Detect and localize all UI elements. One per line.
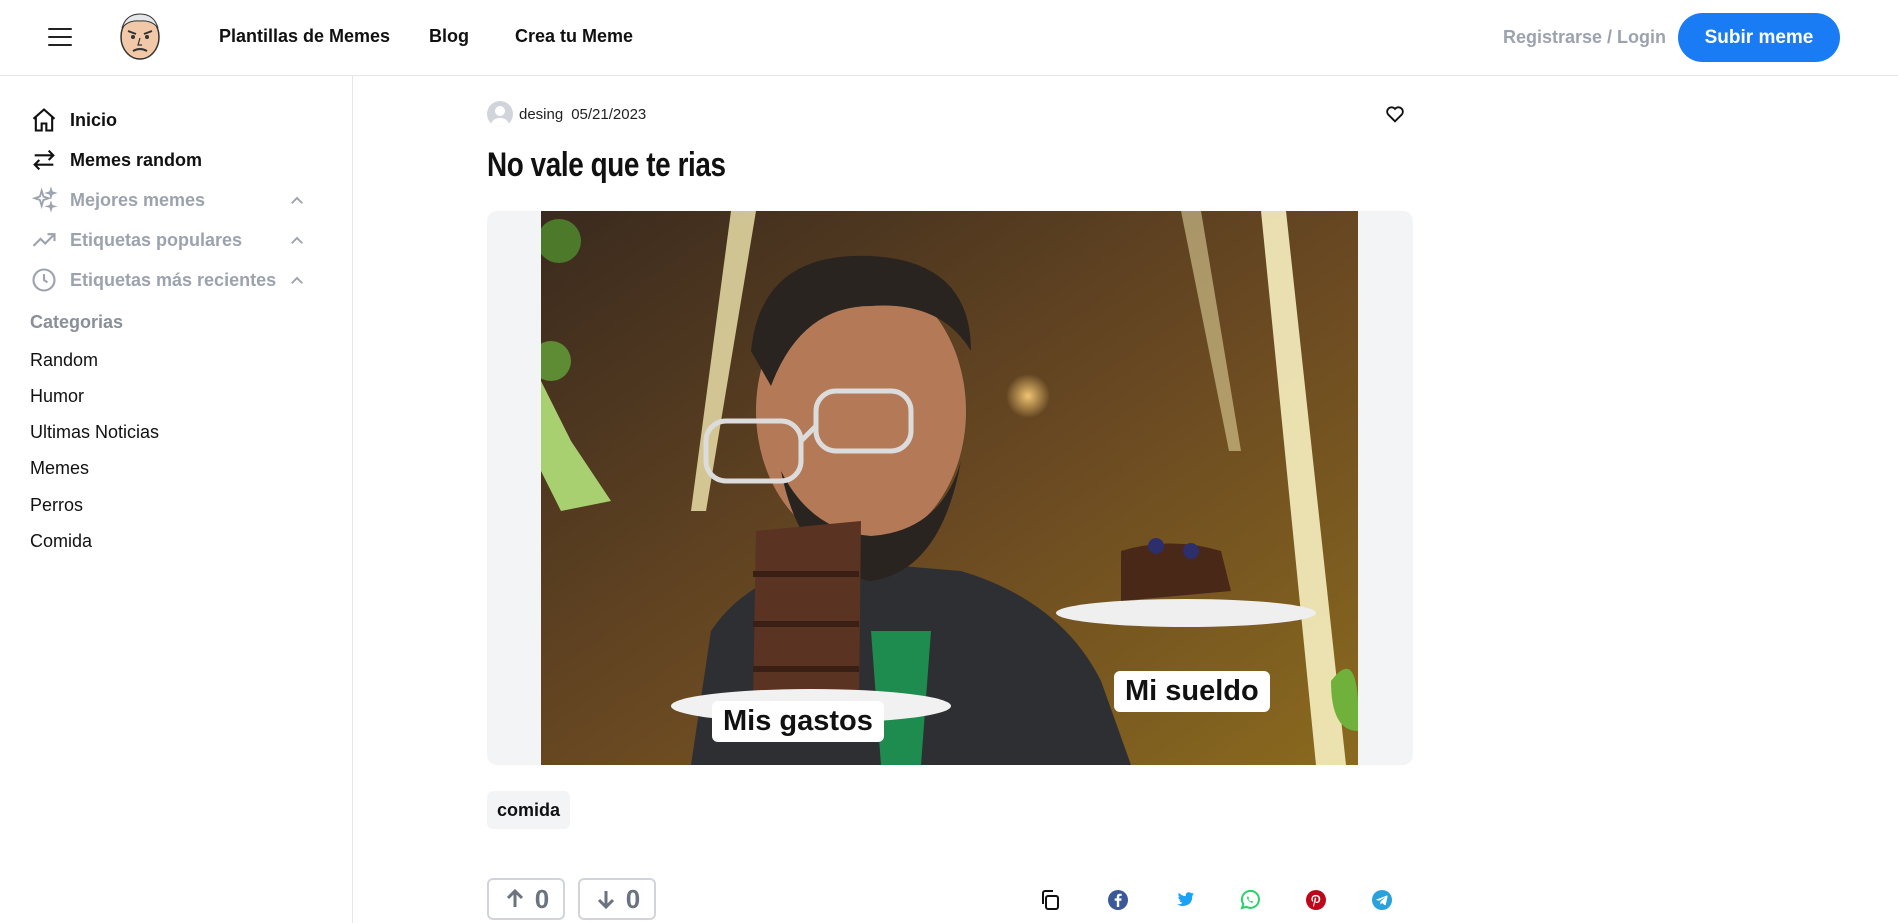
arrow-up-icon bbox=[506, 888, 523, 907]
hamburger-icon[interactable] bbox=[48, 28, 72, 46]
nav-crea-meme[interactable]: Crea tu Meme bbox=[515, 26, 633, 47]
category-memes[interactable]: Memes bbox=[30, 458, 89, 479]
copy-icon[interactable] bbox=[1038, 888, 1062, 912]
swap-arrows-icon bbox=[30, 146, 58, 174]
meme-image[interactable]: Mis gastos Mi sueldo bbox=[541, 211, 1358, 765]
nav-blog[interactable]: Blog bbox=[429, 26, 469, 47]
sidebar-item-label: Memes random bbox=[70, 149, 203, 170]
meme-caption-sueldo: Mi sueldo bbox=[1114, 671, 1270, 712]
category-noticias[interactable]: Ultimas Noticias bbox=[30, 422, 159, 443]
sidebar-item-label: Etiquetas más recientes bbox=[70, 269, 277, 290]
whatsapp-icon[interactable] bbox=[1238, 888, 1262, 912]
sidebar-item-populares[interactable]: Etiquetas populares bbox=[30, 226, 242, 254]
sidebar-item-label: Inicio bbox=[70, 109, 118, 130]
home-icon bbox=[30, 106, 58, 134]
category-comida[interactable]: Comida bbox=[30, 531, 92, 552]
downvote-button[interactable]: 0 bbox=[578, 878, 656, 920]
post-meta: desing 05/21/2023 bbox=[487, 101, 646, 127]
clock-icon bbox=[30, 266, 58, 294]
facebook-icon[interactable] bbox=[1106, 888, 1130, 912]
category-random[interactable]: Random bbox=[30, 350, 98, 371]
meme-caption-gastos: Mis gastos bbox=[712, 701, 884, 742]
chevron-up-icon[interactable] bbox=[288, 192, 306, 210]
sidebar-item-recientes[interactable]: Etiquetas más recientes bbox=[30, 266, 276, 294]
heart-icon[interactable] bbox=[1384, 103, 1406, 125]
nav-plantillas[interactable]: Plantillas de Memes bbox=[219, 26, 390, 47]
sidebar-item-inicio[interactable]: Inicio bbox=[30, 106, 117, 134]
sidebar-item-random[interactable]: Memes random bbox=[30, 146, 202, 174]
tag-chip[interactable]: comida bbox=[487, 791, 571, 829]
sidebar: Inicio Memes random Mejores memes Etique… bbox=[0, 76, 353, 923]
upvote-count: 0 bbox=[534, 883, 550, 914]
arrow-down-icon bbox=[597, 891, 614, 910]
downvote-count: 0 bbox=[625, 883, 641, 914]
upload-meme-button[interactable]: Subir meme bbox=[1678, 13, 1840, 62]
meme-face-logo[interactable] bbox=[114, 10, 166, 62]
category-perros[interactable]: Perros bbox=[30, 495, 83, 516]
sparkles-icon bbox=[30, 186, 58, 214]
telegram-icon[interactable] bbox=[1370, 888, 1394, 912]
meme-container: Mis gastos Mi sueldo bbox=[487, 211, 1413, 765]
author-name[interactable]: desing bbox=[519, 106, 563, 123]
top-header: Plantillas de Memes Blog Crea tu Meme Re… bbox=[0, 0, 1898, 76]
category-humor[interactable]: Humor bbox=[30, 386, 84, 407]
sidebar-item-mejores[interactable]: Mejores memes bbox=[30, 186, 205, 214]
login-link[interactable]: Registrarse / Login bbox=[1503, 27, 1666, 48]
post-date: 05/21/2023 bbox=[571, 105, 647, 123]
pinterest-icon[interactable] bbox=[1304, 888, 1328, 912]
post-title: No vale que te rias bbox=[487, 146, 726, 184]
avatar[interactable] bbox=[487, 101, 513, 127]
trending-icon bbox=[30, 226, 58, 254]
sidebar-item-label: Etiquetas populares bbox=[70, 229, 243, 250]
sidebar-item-label: Mejores memes bbox=[70, 189, 206, 210]
chevron-up-icon[interactable] bbox=[288, 272, 306, 290]
chevron-up-icon[interactable] bbox=[288, 232, 306, 250]
categories-title: Categorias bbox=[30, 312, 124, 332]
twitter-icon[interactable] bbox=[1172, 888, 1196, 912]
upvote-button[interactable]: 0 bbox=[487, 878, 565, 920]
